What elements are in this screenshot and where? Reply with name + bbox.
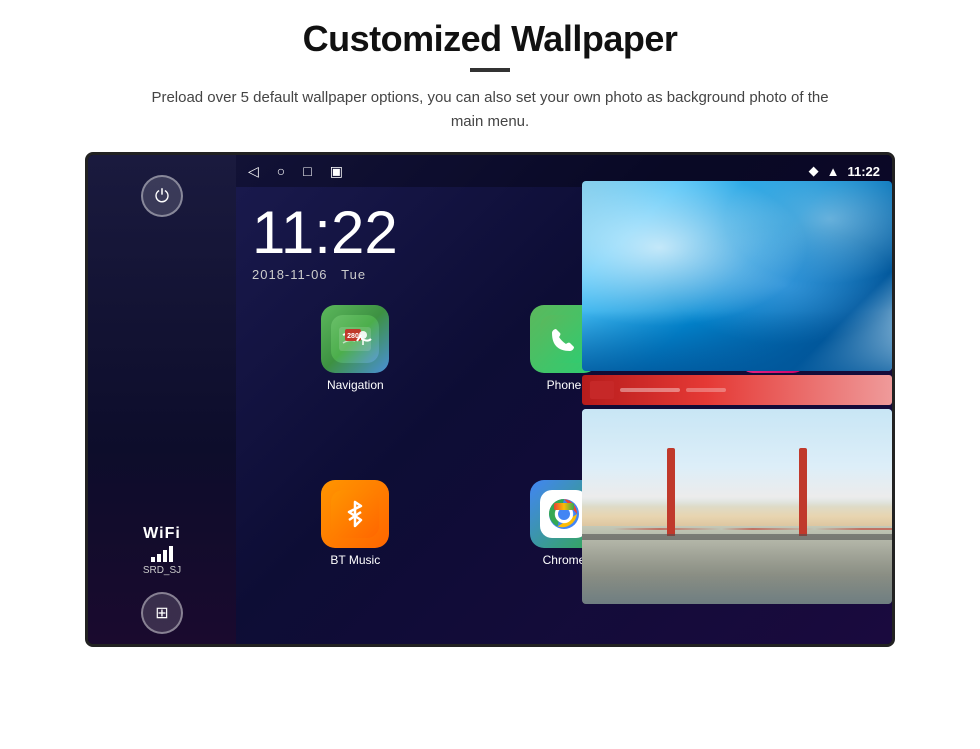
device-frame: ⏻ WiFi SRD_SJ ⊞ [85, 152, 895, 647]
nav-icons: ◁ ○ □ ▣ [248, 163, 343, 180]
app-bt-music[interactable]: BT Music [256, 480, 455, 645]
wifi-label: WiFi [143, 525, 181, 543]
wifi-ssid: SRD_SJ [143, 565, 181, 576]
chrome-label: Chrome [543, 553, 586, 567]
app-navigation[interactable]: 280 Navigation [256, 305, 455, 470]
clock-time: 11:22 [252, 203, 755, 263]
video-icon [739, 480, 807, 548]
navigation-icon: 280 [321, 305, 389, 373]
radio-box[interactable] [755, 212, 815, 272]
android-main: ◁ ○ □ ▣ ◆ ▲ 11:22 11:22 2018-11-06 [236, 155, 892, 644]
power-button[interactable]: ⏻ [141, 175, 183, 217]
recent-icon[interactable]: □ [303, 163, 311, 179]
music-icon: ♪ [739, 305, 807, 373]
media-controls: ⏮ B [755, 212, 877, 272]
title-divider [470, 68, 510, 72]
navigation-label: Navigation [327, 378, 384, 392]
sidebar: ⏻ WiFi SRD_SJ ⊞ [88, 155, 236, 644]
clock-display: 11:22 2018-11-06 Tue [252, 203, 755, 282]
page-subtitle: Preload over 5 default wallpaper options… [140, 86, 840, 134]
bt-music-label: BT Music [330, 553, 380, 567]
clock-date: 2018-11-06 Tue [252, 267, 755, 282]
status-right: ◆ ▲ 11:22 [809, 163, 880, 179]
music-label: Music [757, 378, 788, 392]
chrome-icon [530, 480, 598, 548]
radio-symbol [767, 224, 803, 260]
app-phone[interactable]: Phone [465, 305, 664, 470]
back-icon[interactable]: ◁ [248, 163, 259, 180]
apps-grid: 280 Navigation [236, 297, 892, 644]
page-title: Customized Wallpaper [303, 18, 678, 60]
app-music[interactable]: ♪ Music [673, 305, 872, 470]
signal-icon: ▲ [827, 164, 840, 179]
apps-grid-icon: ⊞ [155, 603, 168, 623]
bluetooth-label: B [860, 229, 876, 255]
clock-area: 11:22 2018-11-06 Tue ⏮ B [236, 187, 892, 297]
app-video[interactable]: Video [673, 480, 872, 645]
home-icon[interactable]: ○ [277, 163, 285, 179]
wifi-info: WiFi SRD_SJ [143, 525, 181, 576]
status-time: 11:22 [847, 164, 880, 179]
app-chrome[interactable]: Chrome [465, 480, 664, 645]
phone-icon [530, 305, 598, 373]
svg-text:♪: ♪ [769, 330, 777, 347]
phone-label: Phone [547, 378, 582, 392]
video-label: Video [757, 553, 787, 567]
screenshot-icon[interactable]: ▣ [330, 163, 343, 180]
power-icon: ⏻ [155, 186, 169, 207]
apps-button[interactable]: ⊞ [141, 592, 183, 634]
skip-button[interactable]: ⏮ [827, 228, 849, 256]
page-container: Customized Wallpaper Preload over 5 defa… [0, 0, 980, 749]
location-icon: ◆ [809, 163, 819, 179]
wifi-bars [143, 546, 181, 562]
bt-music-icon [321, 480, 389, 548]
status-bar: ◁ ○ □ ▣ ◆ ▲ 11:22 [236, 155, 892, 187]
radio-dot [781, 238, 789, 246]
